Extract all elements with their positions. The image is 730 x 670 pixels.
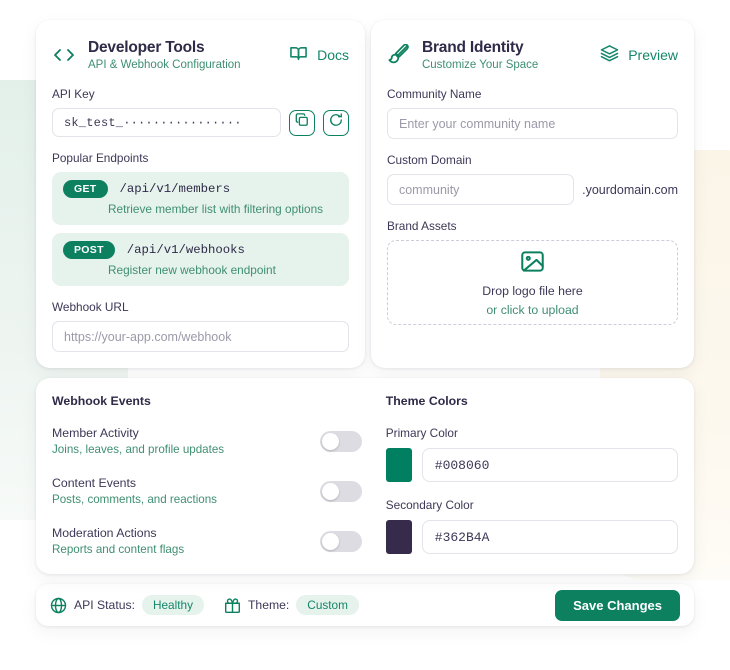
theme-status-group: Theme: Custom bbox=[224, 595, 359, 616]
webhook-event-text: Moderation Actions Reports and content f… bbox=[52, 526, 184, 556]
webhook-url-label: Webhook URL bbox=[52, 300, 129, 315]
settings-card: Webhook Events Member Activity Joins, le… bbox=[36, 378, 694, 575]
secondary-color-label: Secondary Color bbox=[385, 498, 474, 513]
webhook-event-name: Content Events bbox=[52, 476, 137, 491]
api-key-row bbox=[52, 108, 349, 138]
paintbrush-icon bbox=[387, 44, 410, 65]
custom-domain-input[interactable] bbox=[386, 174, 575, 206]
community-name-input[interactable] bbox=[386, 108, 678, 140]
domain-suffix-label: .yourdomain.com bbox=[582, 182, 678, 197]
webhook-event-text: Content Events Posts, comments, and reac… bbox=[52, 476, 217, 506]
developer-tools-title: Developer Tools bbox=[88, 39, 205, 56]
webhook-event-text: Member Activity Joins, leaves, and profi… bbox=[52, 426, 224, 456]
custom-domain-label: Custom Domain bbox=[386, 153, 472, 168]
webhook-event-toggle[interactable] bbox=[319, 530, 362, 552]
preview-label: Preview bbox=[628, 46, 678, 63]
secondary-color-input[interactable]: #362B4A bbox=[421, 520, 678, 555]
api-key-label: API Key bbox=[52, 87, 95, 102]
brand-identity-title-group: Brand Identity Customize Your Space bbox=[387, 38, 538, 71]
toggle-knob bbox=[321, 532, 339, 550]
brand-identity-panel: Brand Identity Customize Your Space Prev… bbox=[370, 20, 694, 369]
copy-api-key-button[interactable] bbox=[288, 109, 315, 136]
developer-tools-panel: Developer Tools API & Webhook Configurat… bbox=[36, 20, 365, 369]
dropzone-line-1: Drop logo file here bbox=[482, 283, 583, 298]
regenerate-api-key-button[interactable] bbox=[322, 109, 349, 136]
webhook-event-row: Member Activity Joins, leaves, and profi… bbox=[52, 426, 362, 456]
brand-identity-subtitle: Customize Your Space bbox=[421, 59, 539, 72]
theme-colors-section: Theme Colors Primary Color #008060 Secon… bbox=[374, 394, 678, 556]
webhook-event-row: Moderation Actions Reports and content f… bbox=[52, 526, 362, 556]
webhook-event-description: Joins, leaves, and profile updates bbox=[52, 443, 225, 457]
community-name-label: Community Name bbox=[386, 87, 482, 102]
endpoint-method-badge: POST bbox=[63, 241, 115, 260]
webhook-event-row: Content Events Posts, comments, and reac… bbox=[52, 476, 362, 506]
endpoint-method-badge: GET bbox=[63, 180, 108, 199]
gift-icon bbox=[224, 597, 241, 614]
book-icon bbox=[289, 45, 308, 65]
secondary-color-row: #362B4A bbox=[385, 520, 678, 555]
popular-endpoints-label: Popular Endpoints bbox=[52, 151, 149, 166]
endpoint-header: GET /api/v1/members bbox=[63, 180, 338, 199]
brand-identity-title: Brand Identity bbox=[421, 39, 524, 56]
endpoint-item[interactable]: GET /api/v1/members Retrieve member list… bbox=[52, 172, 349, 226]
api-status-label: API Status: bbox=[74, 598, 135, 613]
webhook-event-name: Member Activity bbox=[52, 426, 139, 441]
endpoint-path: /api/v1/webhooks bbox=[126, 243, 245, 258]
brand-identity-titles: Brand Identity Customize Your Space bbox=[422, 38, 538, 71]
docs-button[interactable]: Docs bbox=[289, 45, 349, 65]
copy-icon bbox=[295, 113, 309, 132]
theme-status-label: Theme: bbox=[247, 598, 290, 613]
api-key-input[interactable] bbox=[52, 108, 281, 138]
layers-icon bbox=[600, 44, 619, 65]
logo-dropzone[interactable]: Drop logo file here or click to upload bbox=[386, 240, 678, 326]
status-bar: API Status: Healthy Theme: Custom Save C… bbox=[36, 584, 694, 627]
dropzone-line-2: or click to upload bbox=[486, 302, 579, 317]
endpoint-header: POST /api/v1/webhooks bbox=[63, 241, 338, 260]
endpoint-item[interactable]: POST /api/v1/webhooks Register new webho… bbox=[52, 233, 349, 287]
webhook-event-description: Posts, comments, and reactions bbox=[52, 493, 217, 507]
bottom-panels-row: Webhook Events Member Activity Joins, le… bbox=[36, 378, 694, 575]
theme-status-badge: Custom bbox=[296, 595, 359, 616]
toggle-knob bbox=[321, 482, 339, 500]
globe-icon bbox=[50, 597, 67, 614]
webhook-events-title: Webhook Events bbox=[52, 394, 151, 409]
toggle-knob bbox=[321, 432, 339, 450]
webhook-events-section: Webhook Events Member Activity Joins, le… bbox=[52, 394, 374, 556]
webhook-event-toggle[interactable] bbox=[319, 430, 362, 452]
primary-color-label: Primary Color bbox=[385, 426, 458, 441]
top-panels-row: Developer Tools API & Webhook Configurat… bbox=[36, 20, 694, 369]
image-icon bbox=[520, 249, 545, 279]
primary-color-input[interactable]: #008060 bbox=[421, 448, 678, 483]
developer-tools-header: Developer Tools API & Webhook Configurat… bbox=[52, 38, 349, 71]
theme-colors-title: Theme Colors bbox=[385, 394, 468, 409]
content-area: Developer Tools API & Webhook Configurat… bbox=[0, 0, 730, 627]
api-status-badge: Healthy bbox=[141, 595, 204, 616]
secondary-color-swatch[interactable] bbox=[385, 520, 412, 555]
app-root: Developer Tools API & Webhook Configurat… bbox=[0, 0, 730, 670]
custom-domain-row: .yourdomain.com bbox=[386, 174, 678, 206]
webhook-event-description: Reports and content flags bbox=[52, 543, 185, 557]
docs-label: Docs bbox=[317, 46, 349, 63]
endpoint-description: Retrieve member list with filtering opti… bbox=[108, 202, 324, 217]
brand-assets-label: Brand Assets bbox=[386, 219, 457, 234]
webhook-url-input[interactable] bbox=[52, 321, 349, 353]
webhook-event-toggle[interactable] bbox=[319, 480, 362, 502]
save-changes-button[interactable]: Save Changes bbox=[555, 589, 680, 621]
endpoint-description: Register new webhook endpoint bbox=[108, 263, 276, 278]
endpoint-path: /api/v1/members bbox=[119, 182, 231, 197]
api-status-group: API Status: Healthy bbox=[50, 595, 204, 616]
refresh-icon bbox=[329, 113, 343, 132]
developer-tools-subtitle: API & Webhook Configuration bbox=[88, 59, 241, 72]
code-brackets-icon bbox=[52, 45, 76, 65]
developer-tools-title-group: Developer Tools API & Webhook Configurat… bbox=[52, 38, 241, 71]
developer-tools-titles: Developer Tools API & Webhook Configurat… bbox=[88, 38, 241, 71]
brand-identity-header: Brand Identity Customize Your Space Prev… bbox=[387, 38, 678, 71]
preview-button[interactable]: Preview bbox=[600, 44, 678, 65]
primary-color-swatch[interactable] bbox=[385, 448, 412, 483]
primary-color-row: #008060 bbox=[385, 448, 678, 483]
webhook-event-name: Moderation Actions bbox=[52, 526, 157, 541]
